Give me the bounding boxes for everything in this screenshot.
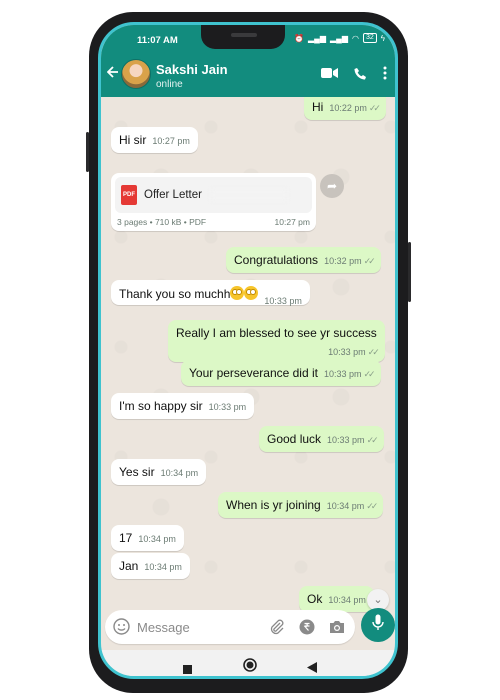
android-nav-bar [101,650,395,676]
message-bubble[interactable]: Yes sir 10:34 pm [111,459,207,485]
wifi-icon: ◠ [351,33,359,43]
message-text: Thank you so muchh [119,287,231,301]
volume-button [86,132,89,172]
read-ticks-icon: ✓✓ [366,435,379,445]
message-text: Ok [307,592,323,606]
document-message[interactable]: PDF Offer Letter 3 pages • 710 kB • PDF … [111,173,316,231]
message-composer [105,610,355,644]
contact-status: online [156,79,183,90]
message-text: I'm so happy sir [119,399,203,413]
back-icon[interactable] [307,660,317,676]
message-text: Hi [312,100,324,114]
message-text: Really I am blessed to see yr success [176,326,377,340]
message-text: Hi sir [119,133,147,147]
message-bubble[interactable]: Hi 10:22 pm ✓✓ [304,97,386,120]
mic-icon [372,614,384,636]
message-text: Yes sir [119,465,155,479]
header-actions [321,66,387,80]
message-time: 10:34 pm [160,468,199,478]
message-time: 10:33 pm [264,296,302,306]
message-text: Jan [119,559,139,573]
recents-icon[interactable] [183,661,192,676]
message-text: 17 [119,531,133,545]
chat-header: Sakshi Jain online [101,53,395,97]
message-time: 10:33 pm [328,347,366,357]
document-name: Offer Letter [144,189,202,201]
message-time: 10:33 pm [208,402,247,412]
message-bubble[interactable]: I'm so happy sir 10:33 pm [111,393,255,419]
battery-icon: 32 [362,33,377,43]
message-time: 10:34 pm [144,562,182,572]
read-ticks-icon: ✓✓ [366,501,378,511]
signal-icon-2: ▂▄▆ [330,33,348,43]
read-ticks-icon: ✓✓ [363,256,376,266]
avatar[interactable] [121,59,151,89]
composer-actions [269,619,345,640]
message-meta: 10:33 pm ✓✓ [322,344,380,358]
phone-screen: 11:07 AM ⏰ ▂▄▆ ▂▄▆ ◠ 32 ϟ Sakshi Jain on… [98,22,398,679]
back-arrow-icon[interactable] [106,65,119,83]
message-bubble[interactable]: 17 10:34 pm [111,525,184,551]
camera-notch [201,25,285,49]
message-time: 10:34 pm [138,534,176,544]
message-bubble[interactable]: When is yr joining 10:34 pm ✓✓ [218,492,384,518]
home-icon[interactable] [243,658,257,676]
message-bubble[interactable]: Good luck 10:33 pm ✓✓ [259,426,384,452]
read-ticks-icon: ✓✓ [363,369,376,379]
charging-icon: ϟ [380,33,385,43]
chat-area[interactable]: Hi 10:22 pm ✓✓ Hi sir 10:27 pm PDF Offer Le… [101,97,395,612]
message-time: 10:33 pm [327,435,365,445]
status-time: 11:07 AM [137,35,178,46]
document-meta: 3 pages • 710 kB • PDF [117,217,207,227]
star-struck-emoji-icon [244,286,259,300]
signal-icon: ▂▄▆ [308,33,326,43]
alarm-icon: ⏰ [294,33,305,43]
emoji-icon[interactable] [113,618,130,640]
status-icons: ⏰ ▂▄▆ ▂▄▆ ◠ 32 ϟ [294,33,385,43]
message-bubble[interactable]: Hi sir 10:27 pm [111,127,198,153]
message-text: Good luck [267,432,322,446]
rupee-payment-icon[interactable] [299,619,315,640]
redacted-filename [211,189,287,201]
speaker-grille [231,33,257,37]
read-ticks-icon: ✓✓ [367,347,380,357]
status-bar: 11:07 AM ⏰ ▂▄▆ ▂▄▆ ◠ 32 ϟ [101,25,395,53]
attach-icon[interactable] [269,619,285,640]
message-input[interactable] [137,617,257,637]
message-time: 10:33 pm [323,369,362,379]
message-bubble[interactable]: Really I am blessed to see yr success 10… [168,320,385,362]
read-ticks-icon: ✓✓ [368,103,381,113]
power-button [408,242,411,302]
message-bubble[interactable]: Jan 10:34 pm [111,553,190,579]
mic-button[interactable] [361,608,395,642]
message-text: Your perseverance did it [189,366,318,380]
forward-icon[interactable]: ➦ [320,174,344,198]
message-bubble[interactable]: Congratulations 10:32 pm ✓✓ [226,247,381,273]
message-text: When is yr joining [226,498,321,512]
message-time: 10:27 pm [274,217,310,227]
message-time: 10:34 pm [328,595,366,605]
message-time: 10:34 pm [326,501,365,511]
message-bubble[interactable]: Thank you so muchh 10:33 pm [111,280,310,306]
message-bubble[interactable]: Ok 10:34 pm [299,586,374,612]
message-time: 10:27 pm [152,136,190,146]
contact-name[interactable]: Sakshi Jain [156,62,228,77]
more-menu-icon[interactable] [383,66,387,80]
video-call-icon[interactable] [321,67,338,79]
star-struck-emoji-icon [230,286,245,300]
message-time: 10:22 pm [329,103,367,113]
pdf-icon: PDF [121,185,137,205]
message-text: Congratulations [234,253,319,267]
message-bubble[interactable]: Your perseverance did it 10:33 pm ✓✓ [181,360,381,386]
voice-call-icon[interactable] [354,67,367,80]
document-preview[interactable]: PDF Offer Letter [115,177,312,213]
message-time: 10:32 pm [324,256,362,266]
camera-icon[interactable] [329,620,345,639]
